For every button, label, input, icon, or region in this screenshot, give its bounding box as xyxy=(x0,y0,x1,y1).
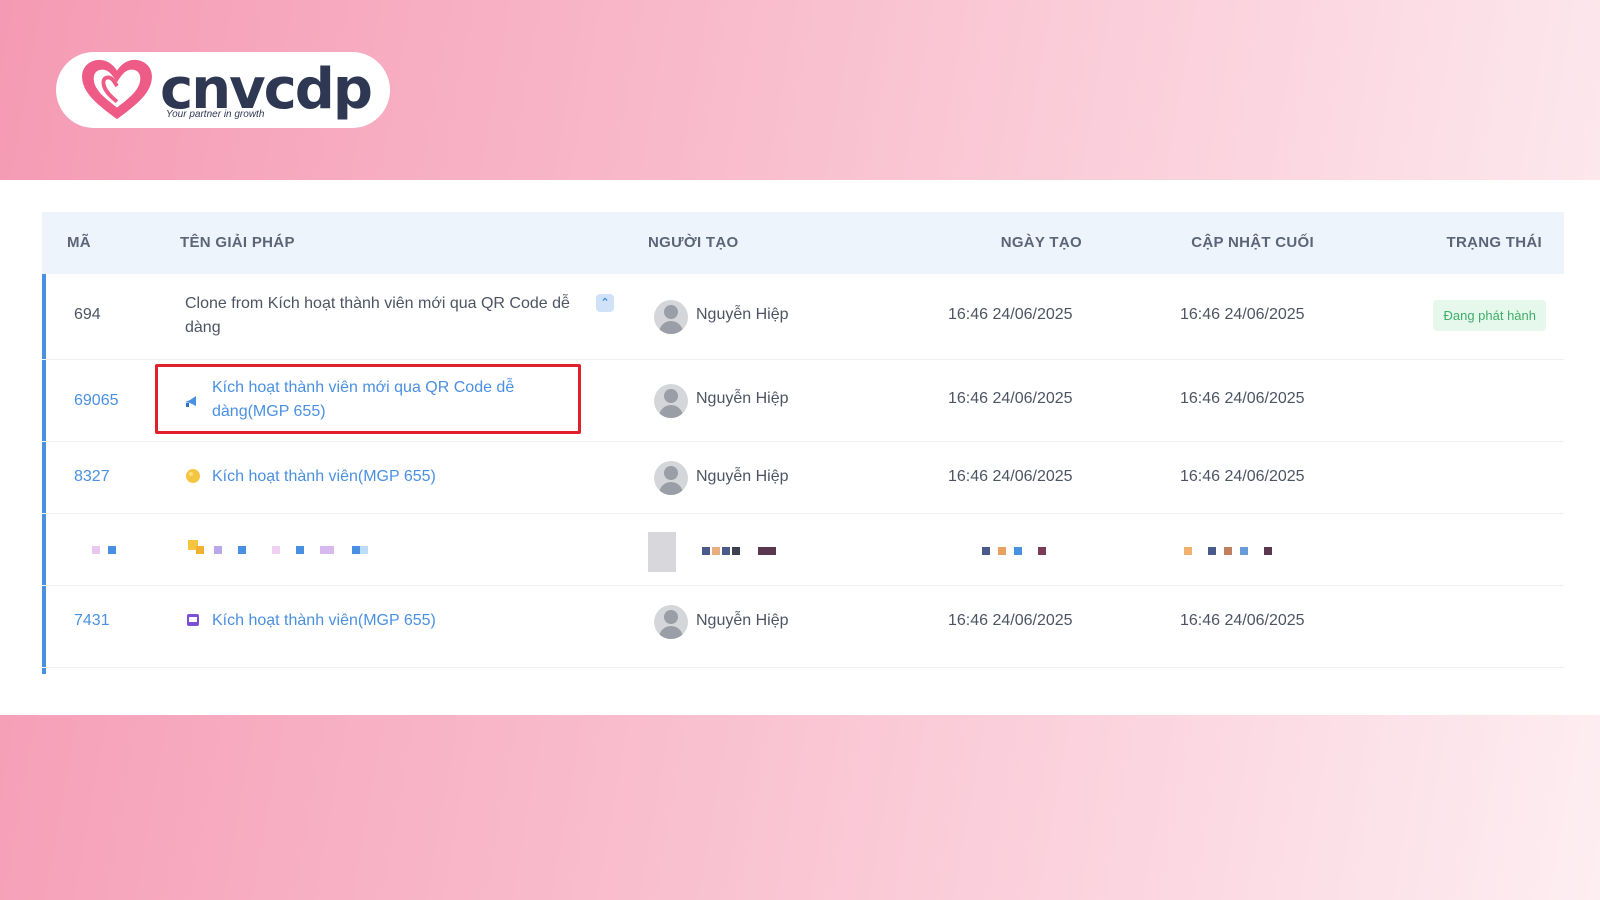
redacted-pixel xyxy=(214,546,222,554)
redacted-pixel xyxy=(982,547,990,555)
redacted-pixel xyxy=(1208,547,1216,555)
table-row-redacted xyxy=(42,514,1564,586)
header-status[interactable]: TRẠNG THÁI xyxy=(1447,234,1543,251)
row-created: 16:46 24/06/2025 xyxy=(948,306,1073,323)
avatar xyxy=(654,300,688,334)
row-name-link[interactable]: Kích hoạt thành viên(MGP 655) xyxy=(212,468,436,486)
row-name-link[interactable]: Kích hoạt thành viên(MGP 655) xyxy=(212,612,436,630)
row-created: 16:46 24/06/2025 xyxy=(948,468,1073,485)
row-updated: 16:46 24/06/2025 xyxy=(1180,306,1305,323)
row-updated: 16:46 24/06/2025 xyxy=(1180,390,1305,407)
card-icon xyxy=(187,614,199,626)
redacted-pixel xyxy=(238,546,246,554)
redacted-pixel xyxy=(1184,547,1192,555)
header-name[interactable]: TÊN GIẢI PHÁP xyxy=(180,234,295,251)
redacted-pixel xyxy=(1038,547,1046,555)
avatar xyxy=(654,605,688,639)
heart-logo-icon xyxy=(82,59,152,120)
row-creator: Nguyễn Hiệp xyxy=(696,468,789,485)
row-code: 694 xyxy=(74,306,101,323)
header-code[interactable]: MÃ xyxy=(67,234,91,251)
redacted-pixel xyxy=(92,546,100,554)
redacted-avatar xyxy=(648,532,676,572)
gift-icon xyxy=(186,469,200,483)
redacted-pixel xyxy=(722,547,730,555)
table-row[interactable]: 8327 Kích hoạt thành viên(MGP 655) Nguyễ… xyxy=(42,442,1564,514)
redacted-pixel xyxy=(702,547,710,555)
row-created: 16:46 24/06/2025 xyxy=(948,390,1073,407)
redacted-pixel xyxy=(320,546,334,554)
row-creator: Nguyễn Hiệp xyxy=(696,306,789,323)
row-code[interactable]: 7431 xyxy=(74,612,110,630)
solutions-table: MÃ TÊN GIẢI PHÁP NGƯỜI TẠO NGÀY TẠO CẬP … xyxy=(42,212,1564,682)
redacted-pixel xyxy=(998,547,1006,555)
table-header: MÃ TÊN GIẢI PHÁP NGƯỜI TẠO NGÀY TẠO CẬP … xyxy=(42,212,1564,274)
header-created[interactable]: NGÀY TẠO xyxy=(1001,234,1082,251)
row-name[interactable]: Clone from Kích hoạt thành viên mới qua … xyxy=(185,292,585,340)
brand-tagline: Your partner in growth xyxy=(166,109,265,120)
redacted-pixel xyxy=(1264,547,1272,555)
row-created: 16:46 24/06/2025 xyxy=(948,612,1073,629)
redacted-pixel xyxy=(1014,547,1022,555)
redacted-pixel xyxy=(296,546,304,554)
row-code[interactable]: 69065 xyxy=(74,392,119,410)
redacted-pixel xyxy=(1240,547,1248,555)
status-badge: Đang phát hành xyxy=(1433,300,1546,331)
row-creator: Nguyễn Hiệp xyxy=(696,612,789,629)
redacted-pixel xyxy=(758,547,776,555)
redacted-pixel xyxy=(352,546,360,554)
redacted-pixel xyxy=(712,547,720,555)
redacted-pixel xyxy=(196,546,204,554)
row-code[interactable]: 8327 xyxy=(74,468,110,486)
highlight-annotation xyxy=(155,364,581,434)
avatar xyxy=(654,384,688,418)
row-creator: Nguyễn Hiệp xyxy=(696,390,789,407)
redacted-pixel xyxy=(1224,547,1232,555)
redacted-pixel xyxy=(272,546,280,554)
table-row[interactable]: 7431 Kích hoạt thành viên(MGP 655) Nguyễ… xyxy=(42,586,1564,668)
redacted-pixel xyxy=(108,546,116,554)
chevron-up-icon[interactable]: ⌃ xyxy=(596,294,614,312)
table-row[interactable]: 694 Clone from Kích hoạt thành viên mới … xyxy=(42,274,1564,360)
redacted-pixel xyxy=(732,547,740,555)
redacted-pixel xyxy=(360,546,368,554)
row-updated: 16:46 24/06/2025 xyxy=(1180,612,1305,629)
avatar xyxy=(654,461,688,495)
header-updated[interactable]: CẬP NHẬT CUỐI xyxy=(1191,234,1314,251)
row-updated: 16:46 24/06/2025 xyxy=(1180,468,1305,485)
brand-logo: cnvcdp Your partner in growth xyxy=(56,52,390,128)
header-creator[interactable]: NGƯỜI TẠO xyxy=(648,234,738,251)
